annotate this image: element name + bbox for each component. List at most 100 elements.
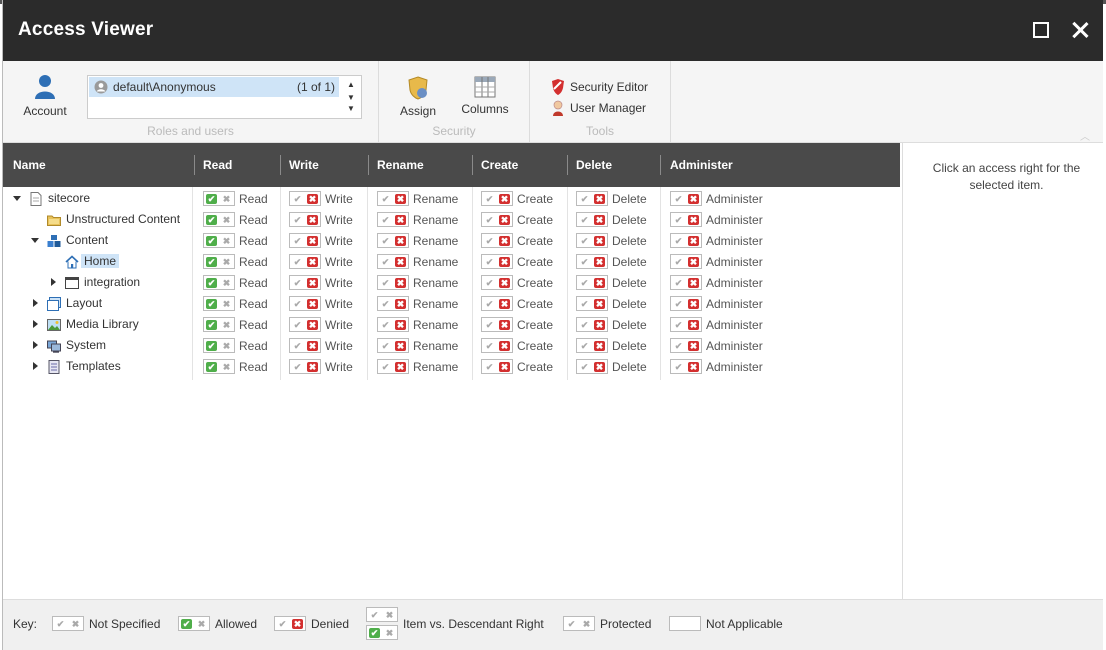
deny-cross-icon[interactable]: ✖: [307, 341, 318, 351]
allow-check-icon[interactable]: ✔: [673, 362, 684, 372]
deny-cross-icon[interactable]: ✖: [395, 278, 406, 288]
permission-toggle[interactable]: ✔ ✖: [203, 191, 235, 206]
tree-node-label[interactable]: sitecore: [48, 191, 90, 205]
allow-check-icon[interactable]: ✔: [292, 194, 303, 204]
allow-check-icon[interactable]: ✔: [292, 278, 303, 288]
deny-cross-icon[interactable]: ✖: [307, 236, 318, 246]
permission-toggle[interactable]: ✔ ✖: [203, 317, 235, 332]
users-listbox[interactable]: default\Anonymous (1 of 1) ▲ ▼ ▼: [87, 75, 362, 119]
allow-check-icon[interactable]: ✔: [380, 362, 391, 372]
allow-check-icon[interactable]: ✔: [206, 278, 217, 288]
deny-cross-icon[interactable]: ✖: [688, 362, 699, 372]
allow-check-icon[interactable]: ✔: [380, 278, 391, 288]
deny-cross-icon[interactable]: ✖: [594, 215, 605, 225]
permission-toggle[interactable]: ✔ ✖: [670, 275, 702, 290]
permission-toggle[interactable]: ✔ ✖: [576, 212, 608, 227]
allow-check-icon[interactable]: ✔: [206, 215, 217, 225]
header-write[interactable]: Write: [289, 158, 319, 172]
allow-check-icon[interactable]: ✔: [380, 299, 391, 309]
permission-toggle[interactable]: ✔ ✖: [481, 317, 513, 332]
permission-toggle[interactable]: ✔ ✖: [670, 254, 702, 269]
permission-toggle[interactable]: ✔ ✖: [289, 254, 321, 269]
table-row[interactable]: Templates ✔ ✖ Read ✔ ✖ Write ✔ ✖ Rename ✔ ✖ Create ✔ ✖…: [3, 356, 900, 377]
allow-check-icon[interactable]: ✔: [292, 299, 303, 309]
deny-cross-icon[interactable]: ✖: [395, 341, 406, 351]
allow-check-icon[interactable]: ✔: [380, 236, 391, 246]
deny-cross-icon[interactable]: ✖: [594, 320, 605, 330]
deny-cross-icon[interactable]: ✖: [395, 257, 406, 267]
deny-cross-icon[interactable]: ✖: [499, 194, 510, 204]
allow-check-icon[interactable]: ✔: [673, 341, 684, 351]
permission-toggle[interactable]: ✔ ✖: [576, 338, 608, 353]
deny-cross-icon[interactable]: ✖: [307, 278, 318, 288]
permission-toggle[interactable]: ✔ ✖: [481, 359, 513, 374]
table-row[interactable]: sitecore ✔ ✖ Read ✔ ✖ Write ✔ ✖ Rename ✔ ✖ Create ✔ ✖ D…: [3, 188, 900, 209]
table-row[interactable]: Unstructured Content ✔ ✖ Read ✔ ✖ Write ✔ ✖ Renam…: [3, 209, 900, 230]
allow-check-icon[interactable]: ✔: [579, 299, 590, 309]
tree-node-label[interactable]: Home: [81, 254, 120, 268]
collapse-ribbon-icon[interactable]: ︿: [1080, 128, 1090, 143]
security-editor-button[interactable]: Security Editor: [551, 79, 671, 95]
allow-check-icon[interactable]: ✔: [673, 278, 684, 288]
deny-cross-icon[interactable]: ✖: [395, 299, 406, 309]
deny-cross-icon[interactable]: ✖: [499, 362, 510, 372]
deny-cross-icon[interactable]: ✖: [395, 194, 406, 204]
deny-cross-icon[interactable]: ✖: [307, 194, 318, 204]
permission-toggle[interactable]: ✔ ✖: [377, 254, 409, 269]
tree-node-label[interactable]: Content: [66, 233, 108, 247]
tree-node-label[interactable]: Unstructured Content: [66, 212, 180, 226]
deny-cross-icon[interactable]: ✖: [499, 215, 510, 225]
permission-toggle[interactable]: ✔ ✖: [481, 191, 513, 206]
deny-cross-icon[interactable]: ✖: [688, 278, 699, 288]
deny-cross-icon[interactable]: ✖: [594, 362, 605, 372]
deny-cross-icon[interactable]: ✖: [688, 215, 699, 225]
permission-toggle[interactable]: ✔ ✖: [576, 254, 608, 269]
permission-toggle[interactable]: ✔ ✖: [203, 296, 235, 311]
tree-node-label[interactable]: Templates: [66, 359, 121, 373]
allow-check-icon[interactable]: ✔: [206, 236, 217, 246]
deny-cross-icon[interactable]: ✖: [307, 320, 318, 330]
allow-check-icon[interactable]: ✔: [484, 236, 495, 246]
permission-toggle[interactable]: ✔ ✖: [203, 254, 235, 269]
table-row[interactable]: integration ✔ ✖ Read ✔ ✖ Write ✔ ✖ Rename ✔ ✖ Create…: [3, 272, 900, 293]
permission-toggle[interactable]: ✔ ✖: [203, 359, 235, 374]
deny-cross-icon[interactable]: ✖: [594, 257, 605, 267]
allow-check-icon[interactable]: ✔: [673, 299, 684, 309]
permission-toggle[interactable]: ✔ ✖: [481, 212, 513, 227]
maximize-button[interactable]: [1033, 22, 1049, 38]
allow-check-icon[interactable]: ✔: [380, 341, 391, 351]
permission-toggle[interactable]: ✔ ✖: [289, 233, 321, 248]
account-button[interactable]: Account: [17, 74, 73, 118]
deny-cross-icon[interactable]: ✖: [307, 257, 318, 267]
assign-button[interactable]: Assign: [394, 76, 442, 118]
scroll-more-icon[interactable]: ▼: [343, 104, 359, 114]
permission-toggle[interactable]: ✔ ✖: [289, 191, 321, 206]
deny-cross-icon[interactable]: ✖: [307, 215, 318, 225]
deny-cross-icon[interactable]: ✖: [221, 215, 232, 225]
deny-cross-icon[interactable]: ✖: [594, 278, 605, 288]
deny-cross-icon[interactable]: ✖: [221, 257, 232, 267]
header-name[interactable]: Name: [13, 158, 46, 172]
allow-check-icon[interactable]: ✔: [579, 362, 590, 372]
table-row[interactable]: Content ✔ ✖ Read ✔ ✖ Write ✔ ✖ Rename ✔ ✖ Create ✔ ✖ De…: [3, 230, 900, 251]
permission-toggle[interactable]: ✔ ✖: [576, 359, 608, 374]
deny-cross-icon[interactable]: ✖: [499, 278, 510, 288]
tree-node-label[interactable]: Layout: [66, 296, 102, 310]
permission-toggle[interactable]: ✔ ✖: [377, 338, 409, 353]
users-scroll[interactable]: ▲ ▼ ▼: [343, 78, 359, 118]
deny-cross-icon[interactable]: ✖: [688, 236, 699, 246]
allow-check-icon[interactable]: ✔: [579, 236, 590, 246]
allow-check-icon[interactable]: ✔: [673, 215, 684, 225]
permission-toggle[interactable]: ✔ ✖: [289, 275, 321, 290]
header-administer[interactable]: Administer: [670, 158, 733, 172]
permission-toggle[interactable]: ✔ ✖: [670, 338, 702, 353]
permission-toggle[interactable]: ✔ ✖: [203, 212, 235, 227]
allow-check-icon[interactable]: ✔: [484, 257, 495, 267]
permission-toggle[interactable]: ✔ ✖: [576, 275, 608, 290]
deny-cross-icon[interactable]: ✖: [221, 278, 232, 288]
permission-toggle[interactable]: ✔ ✖: [377, 296, 409, 311]
deny-cross-icon[interactable]: ✖: [688, 341, 699, 351]
allow-check-icon[interactable]: ✔: [673, 320, 684, 330]
allow-check-icon[interactable]: ✔: [579, 278, 590, 288]
table-row[interactable]: System ✔ ✖ Read ✔ ✖ Write ✔ ✖ Rename ✔ ✖ Create ✔ ✖ Del…: [3, 335, 900, 356]
